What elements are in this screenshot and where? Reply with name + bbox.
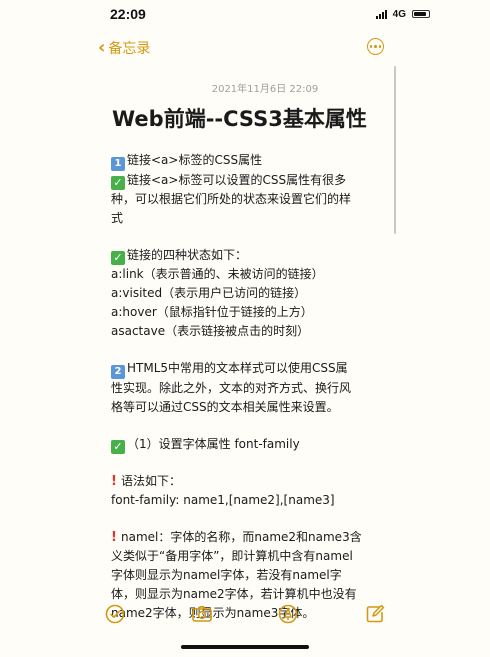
exclamation-icon: ! — [111, 474, 117, 489]
note-paragraph: ✓ （1）设置字体属性 font-family — [111, 435, 390, 454]
note-line: 式 — [111, 209, 390, 228]
notes-app-screen: 22:09 4G ‹ 备忘录 2021年11月6日 22:09 Web前端--C… — [0, 0, 490, 657]
signal-icon — [375, 9, 387, 19]
markup-button[interactable] — [277, 603, 299, 625]
note-paragraph: ✓ 链接的四种状态如下： a:link（表示普通的、未被访问的链接） a:visite… — [111, 246, 390, 341]
status-bar: 22:09 4G — [0, 0, 490, 28]
number-badge-icon: 1 — [111, 157, 125, 171]
note-date: 2021年11月6日 22:09 — [211, 84, 319, 95]
number-badge-icon: 2 — [111, 365, 125, 379]
camera-button[interactable] — [191, 603, 213, 625]
note-line-text: 种，可以根据它们所处的状态来设置它们的样 — [111, 192, 352, 206]
note-line-text: a:visited（表示用户已访问的链接） — [111, 286, 307, 300]
note-line: 格等可以通过CSS的文本相关属性来设置。 — [111, 398, 390, 417]
note-paragraph: 1 链接<a>标签的CSS属性 ✓ 链接<a>标签可以设置的CSS属性有很多 种，可以根… — [111, 151, 390, 228]
check-mark-icon: ✓ — [111, 251, 125, 265]
note-line: ✓ （1）设置字体属性 font-family — [111, 435, 390, 454]
dot-icon — [374, 45, 377, 48]
note-line-text: 性实现。除此之外，文本的对齐方式、换行风 — [111, 381, 352, 395]
note-line: a:hover（鼠标指针位于链接的上方） — [111, 303, 390, 322]
note-line-text: a:link（表示普通的、未被访问的链接） — [111, 267, 324, 281]
note-line: ! 语法如下： — [111, 472, 390, 491]
note-line: a:link（表示普通的、未被访问的链接） — [111, 265, 390, 284]
note-line-text: 链接<a>标签的CSS属性 — [127, 153, 263, 167]
note-line: asactave（表示链接被点击的时刻） — [111, 322, 390, 341]
note-line: a:visited（表示用户已访问的链接） — [111, 284, 390, 303]
more-options-button[interactable] — [367, 38, 384, 55]
network-label: 4G — [392, 8, 406, 20]
note-line-text: a:hover（鼠标指针位于链接的上方） — [111, 305, 313, 319]
note-body: 1 链接<a>标签的CSS属性 ✓ 链接<a>标签可以设置的CSS属性有很多 种，可以根… — [110, 151, 390, 623]
back-button-label: 备忘录 — [108, 41, 151, 57]
status-indicators: 4G — [375, 8, 430, 20]
note-line-text: （1）设置字体属性 font-family — [127, 437, 300, 451]
bottom-toolbar — [0, 603, 490, 627]
note-line-text: 语法如下： — [121, 474, 182, 488]
check-mark-icon: ✓ — [111, 440, 125, 454]
compose-icon — [366, 604, 385, 623]
status-time: 22:09 — [110, 6, 146, 22]
back-button[interactable]: ‹ 备忘录 — [98, 38, 150, 58]
camera-icon — [192, 606, 212, 622]
checklist-button[interactable] — [104, 603, 126, 625]
checklist-icon — [105, 604, 125, 624]
exclamation-icon: ! — [111, 530, 117, 545]
note-line-text: asactave（表示链接被点击的时刻） — [111, 324, 310, 338]
note-content[interactable]: 2021年11月6日 22:09 Web前端--CSS3基本属性 1 链接<a>标… — [110, 80, 390, 623]
note-line-text: 链接的四种状态如下： — [127, 248, 248, 262]
note-line: 性实现。除此之外，文本的对齐方式、换行风 — [111, 379, 390, 398]
note-line: 1 链接<a>标签的CSS属性 — [111, 151, 390, 171]
note-line-text: 义类似于“备用字体”，即计算机中含有namel — [111, 549, 353, 563]
note-line-text: namel：字体的名称，而name2和name3含 — [121, 530, 362, 544]
note-line: font-family: name1,[name2],[name3] — [111, 491, 390, 510]
dot-icon — [369, 45, 373, 48]
check-mark-icon: ✓ — [111, 176, 125, 190]
note-line-text: 式 — [111, 211, 124, 225]
note-line-text: 字体则显示为namel字体，若没有namel字 — [111, 568, 342, 582]
note-line-text: 链接<a>标签可以设置的CSS属性有很多 — [127, 173, 347, 187]
scroll-indicator[interactable] — [394, 66, 396, 234]
note-line-text: 体，则显示为name2字体，若计算机中也没有 — [111, 587, 357, 601]
home-indicator[interactable] — [181, 645, 309, 649]
note-line-text: font-family: name1,[name2],[name3] — [111, 493, 335, 507]
note-line: 体，则显示为name2字体，若计算机中也没有 — [111, 585, 390, 604]
note-title: Web前端--CSS3基本属性 — [112, 107, 367, 131]
note-line: ✓ 链接<a>标签可以设置的CSS属性有很多 — [111, 171, 390, 190]
note-line: ! namel：字体的名称，而name2和name3含 — [111, 528, 390, 547]
note-paragraph: 2 HTML5中常用的文本样式可以使用CSS属性实现。除此之外，文本的对齐方式、换… — [111, 359, 390, 417]
note-line: 种，可以根据它们所处的状态来设置它们的样 — [111, 190, 390, 209]
chevron-left-icon: ‹ — [98, 37, 106, 58]
note-line: 2 HTML5中常用的文本样式可以使用CSS属 — [111, 359, 390, 379]
note-paragraph: ! 语法如下： font-family: name1,[name2],[name3] — [111, 472, 390, 510]
note-line: 义类似于“备用字体”，即计算机中含有namel — [111, 547, 390, 566]
note-line-text: HTML5中常用的文本样式可以使用CSS属 — [127, 361, 348, 375]
note-line: 字体则显示为namel字体，若没有namel字 — [111, 566, 390, 585]
nav-bar: ‹ 备忘录 — [0, 32, 490, 62]
compose-button[interactable] — [364, 603, 386, 625]
note-line-text: 格等可以通过CSS的文本相关属性来设置。 — [111, 400, 339, 414]
note-line: ✓ 链接的四种状态如下： — [111, 246, 390, 265]
markup-icon — [278, 604, 298, 624]
battery-icon — [412, 10, 430, 18]
dot-icon — [378, 45, 382, 48]
